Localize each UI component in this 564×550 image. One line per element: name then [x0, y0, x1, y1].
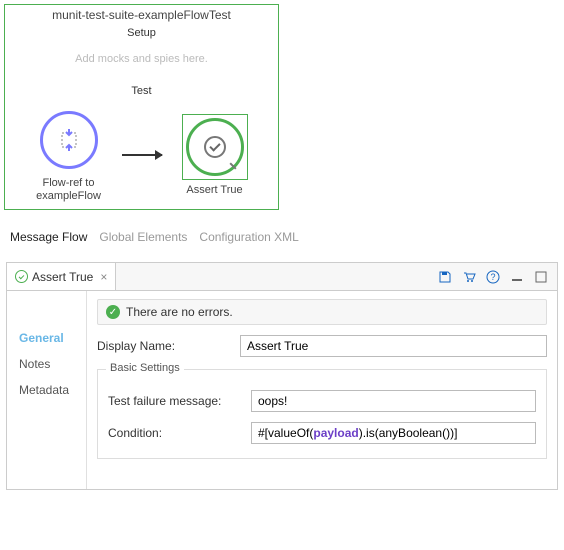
flow-ref-node[interactable]: Flow-ref to exampleFlow	[24, 107, 114, 203]
editor-tabs: Message Flow Global Elements Configurati…	[0, 214, 564, 250]
failure-message-label: Test failure message:	[108, 394, 243, 408]
assert-true-label: Assert True	[186, 184, 242, 197]
minimize-icon[interactable]	[509, 269, 525, 285]
cart-icon[interactable]	[461, 269, 477, 285]
side-tabs: General Notes Metadata	[7, 291, 87, 489]
check-icon	[15, 270, 28, 283]
side-tab-metadata[interactable]: Metadata	[7, 377, 86, 403]
failure-message-input[interactable]	[251, 390, 536, 412]
setup-label: Setup	[5, 27, 278, 39]
svg-text:?: ?	[490, 272, 495, 282]
properties-tab-assert-true[interactable]: Assert True ×	[7, 263, 116, 290]
flow-ref-label: Flow-ref to exampleFlow	[24, 177, 114, 203]
close-icon[interactable]: ×	[100, 270, 107, 284]
side-tab-notes[interactable]: Notes	[7, 351, 86, 377]
test-suite-container: munit-test-suite-exampleFlowTest Setup A…	[4, 4, 279, 210]
properties-panel: General Notes Metadata ✓ There are no er…	[6, 290, 558, 490]
tab-global-elements[interactable]: Global Elements	[99, 230, 187, 244]
status-text: There are no errors.	[126, 305, 233, 319]
tab-configuration-xml[interactable]: Configuration XML	[199, 230, 298, 244]
display-name-input[interactable]	[240, 335, 547, 357]
success-icon: ✓	[106, 305, 120, 319]
condition-input[interactable]: #[valueOf(payload).is(anyBoolean())]	[251, 422, 536, 444]
flow-ref-icon	[40, 111, 98, 169]
display-name-label: Display Name:	[97, 339, 232, 353]
basic-settings-fieldset: Basic Settings Test failure message: Con…	[97, 369, 547, 459]
flow-row: Flow-ref to exampleFlow Assert True	[5, 101, 278, 209]
assert-true-icon	[186, 118, 244, 176]
properties-tab-bar: Assert True × ?	[6, 262, 558, 290]
help-icon[interactable]: ?	[485, 269, 501, 285]
condition-label: Condition:	[108, 426, 243, 440]
test-label: Test	[5, 83, 278, 101]
suite-title: munit-test-suite-exampleFlowTest	[5, 5, 278, 25]
tab-message-flow[interactable]: Message Flow	[10, 230, 87, 244]
basic-settings-legend: Basic Settings	[106, 362, 184, 374]
setup-hint: Add mocks and spies here.	[5, 39, 278, 83]
maximize-icon[interactable]	[533, 269, 549, 285]
side-tab-general[interactable]: General	[7, 325, 86, 351]
connector-arrow	[122, 154, 162, 156]
status-row: ✓ There are no errors.	[97, 299, 547, 325]
save-icon[interactable]	[437, 269, 453, 285]
properties-tab-label: Assert True	[32, 270, 93, 284]
assert-true-node[interactable]: Assert True	[170, 114, 260, 197]
